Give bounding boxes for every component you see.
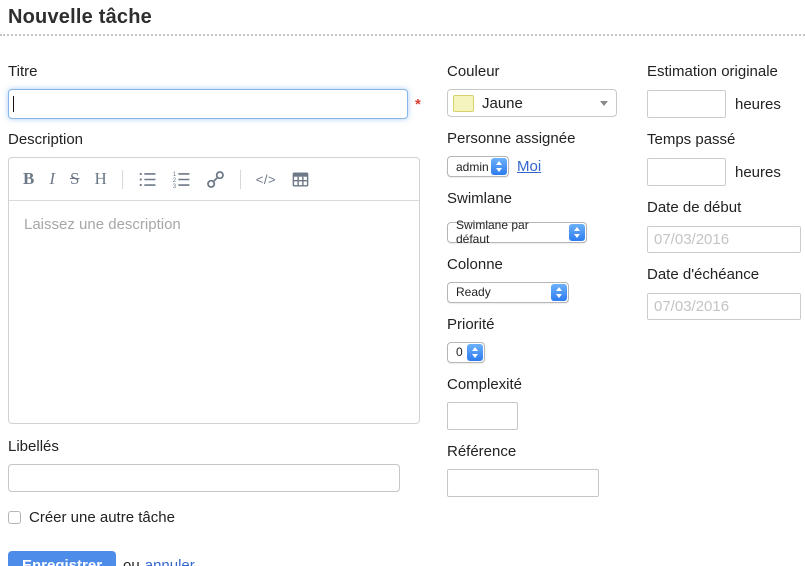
bold-icon[interactable]: B — [23, 169, 34, 189]
estimate-group: Estimation originale heures — [647, 63, 805, 118]
labels-label: Libellés — [8, 438, 440, 455]
description-placeholder: Laissez une description — [24, 216, 181, 233]
description-label: Description — [8, 131, 440, 148]
column-group: Colonne Ready — [447, 256, 647, 303]
table-icon[interactable] — [291, 170, 310, 189]
estimate-row: heures — [647, 90, 805, 118]
form-actions: Enregistrer ou annuler — [8, 551, 440, 566]
dropdown-arrow-icon — [600, 101, 608, 106]
estimate-label: Estimation originale — [647, 63, 805, 80]
description-editor: B I S H 1 2 3 — [8, 157, 420, 424]
task-form: Titre * Description B I S H — [8, 63, 805, 566]
text-cursor — [13, 96, 14, 112]
title-row: * — [8, 89, 440, 119]
column-select[interactable]: Ready — [447, 282, 569, 303]
or-text: ou — [123, 557, 140, 566]
assignee-select[interactable]: admin — [447, 156, 509, 177]
assign-to-me-link[interactable]: Moi — [517, 158, 541, 175]
swimlane-select[interactable]: Swimlane par défaut — [447, 222, 587, 243]
reference-input[interactable] — [447, 469, 599, 497]
start-date-group: Date de début — [647, 199, 805, 253]
column-label: Colonne — [447, 256, 647, 273]
swimlane-selected-value: Swimlane par défaut — [456, 218, 562, 246]
editor-toolbar: B I S H 1 2 3 — [9, 158, 419, 201]
complexity-input[interactable] — [447, 402, 518, 430]
create-another-label: Créer une autre tâche — [29, 509, 175, 526]
time-spent-label: Temps passé — [647, 131, 805, 148]
reference-label: Référence — [447, 443, 647, 460]
numbered-list-icon[interactable]: 1 2 3 — [172, 170, 191, 189]
start-date-label: Date de début — [647, 199, 805, 216]
title-input[interactable] — [8, 89, 408, 119]
estimate-input[interactable] — [647, 90, 726, 118]
create-another-checkbox[interactable] — [8, 511, 21, 524]
due-date-group: Date d'échéance — [647, 266, 805, 320]
assignee-group: Personne assignée admin Moi — [447, 130, 647, 177]
color-swatch-yellow — [453, 95, 474, 112]
priority-selected-value: 0 — [456, 345, 463, 359]
column-selected-value: Ready — [456, 285, 491, 299]
required-marker: * — [415, 96, 421, 113]
svg-text:2: 2 — [173, 177, 176, 183]
title-label: Titre — [8, 63, 440, 80]
form-column-middle: Couleur Jaune Personne assignée admin — [447, 63, 647, 566]
select-spinner-icon — [491, 158, 507, 175]
reference-group: Référence — [447, 443, 647, 497]
save-button[interactable]: Enregistrer — [8, 551, 116, 566]
due-date-label: Date d'échéance — [647, 266, 805, 283]
priority-group: Priorité 0 — [447, 316, 647, 363]
priority-select[interactable]: 0 — [447, 342, 485, 363]
complexity-label: Complexité — [447, 376, 647, 393]
select-spinner-icon — [551, 284, 567, 301]
labels-input[interactable] — [8, 464, 400, 492]
time-spent-row: heures — [647, 158, 805, 186]
header-divider — [0, 34, 805, 36]
link-icon[interactable] — [206, 170, 225, 189]
bullet-list-icon[interactable] — [138, 170, 157, 189]
toolbar-divider — [240, 170, 241, 189]
form-column-left: Titre * Description B I S H — [8, 63, 440, 566]
new-task-page: Nouvelle tâche Titre * Description B I S… — [0, 0, 805, 566]
select-spinner-icon — [467, 344, 483, 361]
svg-text:3: 3 — [173, 183, 177, 188]
heading-icon[interactable]: H — [94, 169, 106, 189]
priority-label: Priorité — [447, 316, 647, 333]
toolbar-divider — [122, 170, 123, 189]
create-another-row: Créer une autre tâche — [8, 509, 440, 526]
color-selected-value: Jaune — [482, 95, 600, 112]
due-date-input[interactable] — [647, 293, 801, 320]
time-spent-group: Temps passé heures — [647, 131, 805, 186]
time-spent-unit: heures — [735, 164, 781, 181]
start-date-input[interactable] — [647, 226, 801, 253]
swimlane-group: Swimlane Swimlane par défaut — [447, 190, 647, 243]
page-title: Nouvelle tâche — [8, 6, 805, 29]
description-textarea[interactable]: Laissez une description — [9, 201, 419, 423]
code-icon[interactable]: </> — [256, 172, 276, 187]
color-group: Couleur Jaune — [447, 63, 647, 117]
form-column-right: Estimation originale heures Temps passé … — [647, 63, 805, 566]
italic-icon[interactable]: I — [49, 169, 55, 189]
color-dropdown[interactable]: Jaune — [447, 89, 617, 117]
swimlane-label: Swimlane — [447, 190, 647, 207]
strikethrough-icon[interactable]: S — [70, 169, 79, 189]
select-spinner-icon — [569, 224, 585, 241]
time-spent-input[interactable] — [647, 158, 726, 186]
assignee-selected-value: admin — [456, 160, 489, 174]
svg-text:1: 1 — [173, 171, 176, 177]
assignee-label: Personne assignée — [447, 130, 647, 147]
cancel-link[interactable]: annuler — [145, 557, 195, 566]
estimate-unit: heures — [735, 96, 781, 113]
assignee-row: admin Moi — [447, 156, 647, 177]
color-label: Couleur — [447, 63, 647, 80]
complexity-group: Complexité — [447, 376, 647, 430]
